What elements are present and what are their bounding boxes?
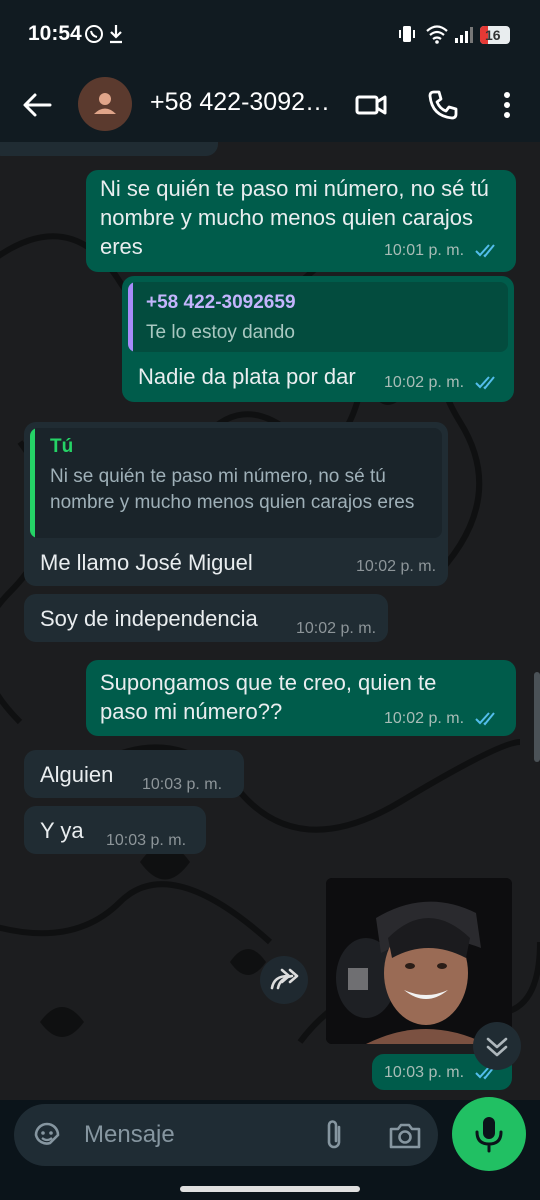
message-bubble-outgoing[interactable]: +58 422-3092659 Te lo estoy dando Nadie … xyxy=(122,276,514,402)
phone-icon[interactable] xyxy=(426,88,460,122)
message-timestamp: 10:01 p. m. xyxy=(384,242,465,259)
battery-icon: 16 xyxy=(480,26,510,44)
quoted-message[interactable]: +58 422-3092659 Te lo estoy dando xyxy=(128,282,508,352)
camera-icon[interactable] xyxy=(388,1119,422,1151)
gesture-nav-bar[interactable] xyxy=(180,1186,360,1192)
mic-icon xyxy=(475,1117,503,1153)
vibrate-icon xyxy=(399,26,415,42)
scrollbar[interactable] xyxy=(534,672,540,762)
voice-record-button[interactable] xyxy=(452,1097,526,1171)
message-bubble-partial xyxy=(0,142,218,156)
message-timestamp: 10:03 p. m. xyxy=(142,776,223,793)
message-timestamp: 10:03 p. m. xyxy=(384,1064,465,1081)
message-time: 10:02 p. m. xyxy=(384,710,499,728)
forward-icon xyxy=(270,968,299,990)
message-bubble-incoming[interactable]: Alguien 10:03 p. m. xyxy=(24,750,244,798)
message-bubble-outgoing[interactable]: Ni se quién te paso mi número, no sé tú … xyxy=(86,170,516,272)
message-timestamp: 10:02 p. m. xyxy=(384,374,465,391)
image-message[interactable] xyxy=(326,878,512,1044)
read-ticks-icon xyxy=(474,376,495,390)
read-ticks-icon xyxy=(474,244,495,258)
message-time: 10:02 p. m. xyxy=(384,374,499,392)
quote-text: Ni se quién te paso mi número, no sé tú … xyxy=(50,466,415,513)
message-timestamp: 10:02 p. m. xyxy=(384,710,465,727)
message-text: Alguien xyxy=(40,762,114,787)
message-bubble-incoming[interactable]: Y ya 10:03 p. m. xyxy=(24,806,206,854)
message-timestamp: 10:03 p. m. xyxy=(106,832,187,849)
whatsapp-icon xyxy=(85,25,103,43)
attach-icon[interactable] xyxy=(320,1119,350,1151)
input-placeholder: Mensaje xyxy=(84,1121,175,1148)
message-timestamp: 10:02 p. m. xyxy=(296,620,377,637)
quote-bar xyxy=(30,428,35,538)
avatar[interactable] xyxy=(78,77,132,131)
quote-text: Te lo estoy dando xyxy=(146,322,295,343)
quote-author: Tú xyxy=(50,436,74,457)
battery-level: 16 xyxy=(485,27,501,43)
sticker-icon[interactable] xyxy=(32,1120,62,1150)
photo-thumbnail xyxy=(326,878,512,1044)
message-timestamp: 10:02 p. m. xyxy=(356,558,437,575)
message-bubble-outgoing[interactable]: Supongamos que te creo, quien te paso mi… xyxy=(86,660,516,736)
signal-icon xyxy=(455,27,473,43)
video-call-icon[interactable] xyxy=(354,88,388,122)
quoted-message[interactable]: Tú Ni se quién te paso mi número, no sé … xyxy=(30,428,442,538)
message-text: Me llamo José Miguel xyxy=(40,550,253,575)
quote-author: +58 422-3092659 xyxy=(146,292,296,313)
message-text: Soy de independencia xyxy=(40,606,258,631)
default-avatar-icon xyxy=(94,93,116,114)
wifi-icon xyxy=(426,25,448,44)
scroll-to-bottom-button[interactable] xyxy=(473,1022,521,1070)
chat-header: +58 422-3092… xyxy=(0,68,540,142)
contact-name[interactable]: +58 422-3092… xyxy=(150,88,330,117)
scroll-down-icon xyxy=(486,1037,508,1057)
message-composer: Mensaje xyxy=(0,1097,540,1200)
message-bubble-incoming[interactable]: Soy de independencia 10:02 p. m. xyxy=(24,594,388,642)
message-bubble-incoming[interactable]: Tú Ni se quién te paso mi número, no sé … xyxy=(24,422,448,586)
back-arrow-icon[interactable] xyxy=(20,88,54,122)
message-input[interactable]: Mensaje xyxy=(14,1104,438,1166)
message-time: 10:01 p. m. xyxy=(384,242,499,260)
status-time: 10:54 xyxy=(28,22,82,45)
chat-area[interactable]: Ni se quién te paso mi número, no sé tú … xyxy=(0,142,540,1100)
message-text: Nadie da plata por dar xyxy=(138,364,356,389)
quote-bar xyxy=(128,282,133,352)
download-icon xyxy=(110,25,122,44)
message-text: Y ya xyxy=(40,818,84,843)
forward-button[interactable] xyxy=(260,956,308,1004)
status-bar: 10:54 16 xyxy=(0,0,540,68)
read-ticks-icon xyxy=(474,712,495,726)
more-vert-icon[interactable] xyxy=(490,88,524,122)
